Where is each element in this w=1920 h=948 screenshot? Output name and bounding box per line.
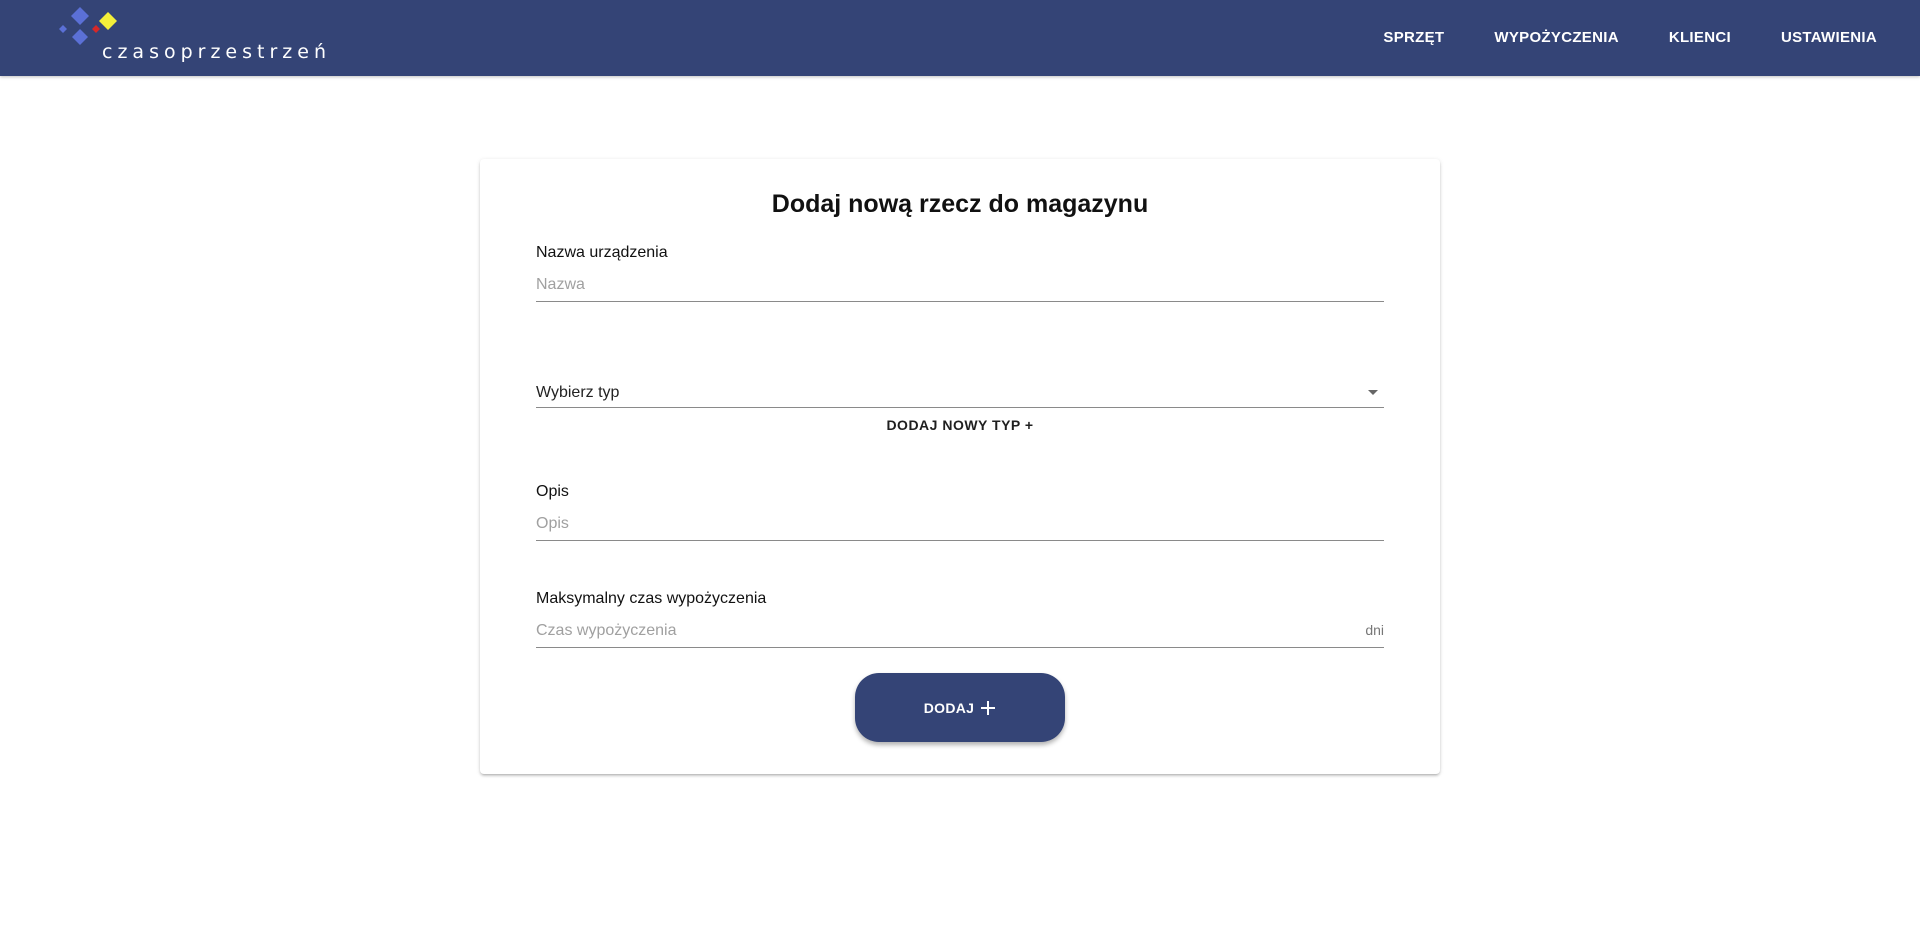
- max-time-label: Maksymalny czas wypożyczenia: [536, 590, 767, 607]
- app-bar: czasoprzestrzeń SPRZĘT WYPOŻYCZENIA KLIE…: [0, 0, 1920, 76]
- add-item-form-card: Dodaj nową rzecz do magazynu Nazwa urząd…: [480, 159, 1440, 774]
- type-select[interactable]: Wybierz typ: [536, 368, 1384, 408]
- submit-label: DODAJ: [923, 699, 975, 716]
- max-time-field: dni: [536, 614, 1384, 648]
- nav-item-ustawienia[interactable]: USTAWIENIA: [1756, 0, 1902, 76]
- submit-add-button[interactable]: DODAJ: [855, 673, 1065, 742]
- device-name-field: [536, 268, 1384, 302]
- form-title: Dodaj nową rzecz do magazynu: [771, 190, 1149, 218]
- logo-text: czasoprzestrzeń: [102, 41, 331, 63]
- main-nav: SPRZĘT WYPOŻYCZENIA KLIENCI USTAWIENIA: [1358, 0, 1902, 76]
- add-new-type-button[interactable]: DODAJ NOWY TYP +: [480, 408, 1440, 442]
- max-time-unit: dni: [1365, 622, 1384, 638]
- description-label: Opis: [536, 483, 569, 500]
- plus-icon: [981, 700, 996, 715]
- description-field: [536, 507, 1384, 541]
- device-name-label: Nazwa urządzenia: [536, 244, 668, 261]
- nav-item-wypozyczenia[interactable]: WYPOŻYCZENIA: [1469, 0, 1643, 76]
- device-name-input[interactable]: [536, 268, 1384, 301]
- description-input[interactable]: [536, 507, 1384, 540]
- chevron-down-icon: [1368, 390, 1378, 395]
- nav-item-klienci[interactable]: KLIENCI: [1644, 0, 1756, 76]
- logo[interactable]: czasoprzestrzeń: [58, 6, 326, 68]
- nav-item-sprzet[interactable]: SPRZĘT: [1358, 0, 1469, 76]
- type-select-label: Wybierz typ: [536, 384, 620, 401]
- max-time-input[interactable]: [536, 614, 1356, 647]
